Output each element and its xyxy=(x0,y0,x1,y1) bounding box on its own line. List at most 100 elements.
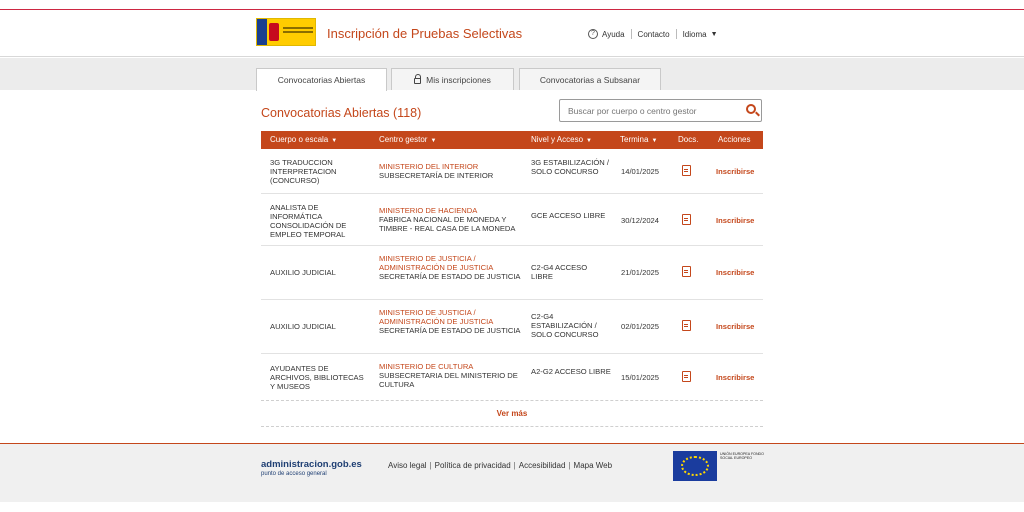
column-header-centro[interactable]: Centro gestor ▼ xyxy=(379,135,436,144)
logo-main-text: administracion.gob.es xyxy=(261,459,362,470)
column-header-cuerpo[interactable]: Cuerpo o escala ▼ xyxy=(270,135,337,144)
cell-cuerpo: AYUDANTES DE ARCHIVOS, BIBLIOTECAS Y MUS… xyxy=(270,364,364,391)
footer-link-mapa-web[interactable]: Mapa Web xyxy=(574,461,613,470)
eu-flag-icon xyxy=(673,451,717,481)
cell-organismo: MINISTERIO DE CULTURA xyxy=(379,362,474,371)
tab-label: Mis inscripciones xyxy=(426,74,491,85)
cell-cuerpo: 3G TRADUCCION INTERPRETACION (CONCURSO) xyxy=(270,158,337,185)
inscribirse-link[interactable]: Inscribirse xyxy=(716,167,760,176)
cell-unidad: FABRICA NACIONAL DE MONEDA Y TIMBRE - RE… xyxy=(379,215,516,233)
footer-links: Aviso legal | Política de privacidad | A… xyxy=(388,461,612,470)
cell-unidad: SUBSECRETARIA DEL MINISTERIO DE CULTURA xyxy=(379,371,518,389)
document-icon[interactable] xyxy=(682,214,694,225)
table-row: 3G TRADUCCION INTERPRETACION (CONCURSO) … xyxy=(261,149,763,194)
sort-down-icon: ▼ xyxy=(651,138,658,144)
tab-mis-inscripciones[interactable]: Mis inscripciones xyxy=(391,68,514,90)
cell-termina: 15/01/2025 xyxy=(621,373,660,382)
site-footer: administracion.gob.es punto de acceso ge… xyxy=(0,444,1024,502)
search-icon[interactable] xyxy=(746,104,756,114)
cell-centro: MINISTERIO DE JUSTICIA / ADMINISTRACIÓN … xyxy=(379,254,523,281)
section-title: Convocatorias Abiertas (118) xyxy=(261,106,422,120)
cell-cuerpo: AUXILIO JUDICIAL xyxy=(270,322,336,331)
cell-termina: 21/01/2025 xyxy=(621,268,660,277)
ver-mas-link[interactable]: Ver más xyxy=(261,400,763,427)
table-row: ANALISTA DE INFORMÁTICA CONSOLIDACIÓN DE… xyxy=(261,194,763,246)
document-icon[interactable] xyxy=(682,165,694,176)
table-row: AYUDANTES DE ARCHIVOS, BIBLIOTECAS Y MUS… xyxy=(261,354,763,399)
government-logo[interactable] xyxy=(256,18,316,46)
language-selector[interactable]: Idioma xyxy=(683,30,707,39)
inscribirse-link[interactable]: Inscribirse xyxy=(716,268,760,277)
cell-termina: 02/01/2025 xyxy=(621,322,660,331)
document-icon[interactable] xyxy=(682,371,694,382)
chevron-down-icon[interactable]: ▼ xyxy=(711,31,718,38)
search-box xyxy=(559,99,762,122)
document-icon[interactable] xyxy=(682,165,691,176)
cell-centro: MINISTERIO DEL INTERIOR SUBSECRETARÍA DE… xyxy=(379,162,523,180)
lock-icon xyxy=(414,73,422,84)
coat-of-arms-icon xyxy=(269,23,279,41)
eu-stars xyxy=(681,456,709,476)
cell-nivel: GCE ACCESO LIBRE xyxy=(531,211,606,220)
cell-termina: 30/12/2024 xyxy=(621,216,660,225)
cell-nivel: 3G ESTABILIZACIÓN / SOLO CONCURSO xyxy=(531,158,609,176)
column-header-nivel[interactable]: Nivel y Acceso ▼ xyxy=(531,135,592,144)
cell-nivel: A2-G2 ACCESO LIBRE xyxy=(531,367,611,376)
inscribirse-link[interactable]: Inscribirse xyxy=(716,216,760,225)
column-header-termina[interactable]: Termina ▼ xyxy=(620,135,657,144)
nav-divider xyxy=(675,29,677,39)
search-input[interactable] xyxy=(560,100,730,121)
cell-centro: MINISTERIO DE HACIENDA FABRICA NACIONAL … xyxy=(379,206,523,233)
footer-link-aviso-legal[interactable]: Aviso legal xyxy=(388,461,427,470)
tab-label: Convocatorias a Subsanar xyxy=(539,74,641,85)
site-header: Inscripción de Pruebas Selectivas ? Ayud… xyxy=(0,10,1024,57)
help-icon[interactable]: ? xyxy=(588,29,598,39)
column-header-acciones: Acciones xyxy=(718,135,751,144)
tab-convocatorias-subsanar[interactable]: Convocatorias a Subsanar xyxy=(519,68,661,90)
inscribirse-link[interactable]: Inscribirse xyxy=(716,373,760,382)
table-row: AUXILIO JUDICIAL MINISTERIO DE JUSTICIA … xyxy=(261,300,763,354)
cell-termina: 14/01/2025 xyxy=(621,167,660,176)
tab-label: Convocatorias Abiertas xyxy=(277,75,366,85)
convocatorias-table: Cuerpo o escala ▼ Centro gestor ▼ Nivel y … xyxy=(261,131,763,399)
document-icon[interactable] xyxy=(682,214,691,225)
eu-funding-text: UNIÓN EUROPEA FONDO SOCIAL EUROPEO xyxy=(720,452,764,461)
link-divider: | xyxy=(429,461,432,470)
bottom-strip xyxy=(0,502,1024,512)
document-icon[interactable] xyxy=(682,320,694,331)
nav-divider xyxy=(630,29,632,39)
document-icon[interactable] xyxy=(682,320,691,331)
flag-icon xyxy=(257,19,267,45)
column-header-docs: Docs. xyxy=(678,135,699,144)
cell-organismo: MINISTERIO DE HACIENDA xyxy=(379,206,478,215)
contact-link[interactable]: Contacto xyxy=(638,30,670,39)
column-label: Termina xyxy=(620,135,649,144)
sort-down-icon: ▼ xyxy=(331,138,338,144)
cell-organismo: MINISTERIO DE JUSTICIA / ADMINISTRACIÓN … xyxy=(379,308,494,326)
app-title[interactable]: Inscripción de Pruebas Selectivas xyxy=(327,26,522,41)
column-label: Cuerpo o escala xyxy=(270,135,329,144)
sort-down-icon: ▼ xyxy=(430,138,437,144)
link-divider: | xyxy=(568,461,571,470)
help-link[interactable]: Ayuda xyxy=(602,30,625,39)
sort-down-icon: ▼ xyxy=(586,138,592,144)
footer-link-privacidad[interactable]: Política de privacidad xyxy=(435,461,511,470)
cell-cuerpo: AUXILIO JUDICIAL xyxy=(270,268,336,277)
table-row: AUXILIO JUDICIAL MINISTERIO DE JUSTICIA … xyxy=(261,246,763,300)
document-icon[interactable] xyxy=(682,371,691,382)
inscribirse-link[interactable]: Inscribirse xyxy=(716,322,760,331)
top-navigation: ? Ayuda Contacto Idioma ▼ xyxy=(588,29,718,39)
tab-convocatorias-abiertas[interactable]: Convocatorias Abiertas xyxy=(256,68,387,91)
cell-unidad: SECRETARÍA DE ESTADO DE JUSTICIA xyxy=(379,326,521,335)
table-header: Cuerpo o escala ▼ Centro gestor ▼ Nivel y … xyxy=(261,131,763,149)
cell-unidad: SECRETARÍA DE ESTADO DE JUSTICIA xyxy=(379,272,521,281)
document-icon[interactable] xyxy=(682,266,691,277)
footer-link-accesibilidad[interactable]: Accesibilidad xyxy=(519,461,566,470)
cell-nivel: C2-G4 ACCESO LIBRE xyxy=(531,263,588,281)
link-divider: | xyxy=(513,461,516,470)
logo-sub-text: punto de acceso general xyxy=(261,471,327,477)
document-icon[interactable] xyxy=(682,266,694,277)
administracion-logo[interactable]: administracion.gob.es punto de acceso ge… xyxy=(261,459,362,477)
cell-organismo: MINISTERIO DEL INTERIOR xyxy=(379,162,479,171)
logo-text-lines xyxy=(283,27,313,29)
